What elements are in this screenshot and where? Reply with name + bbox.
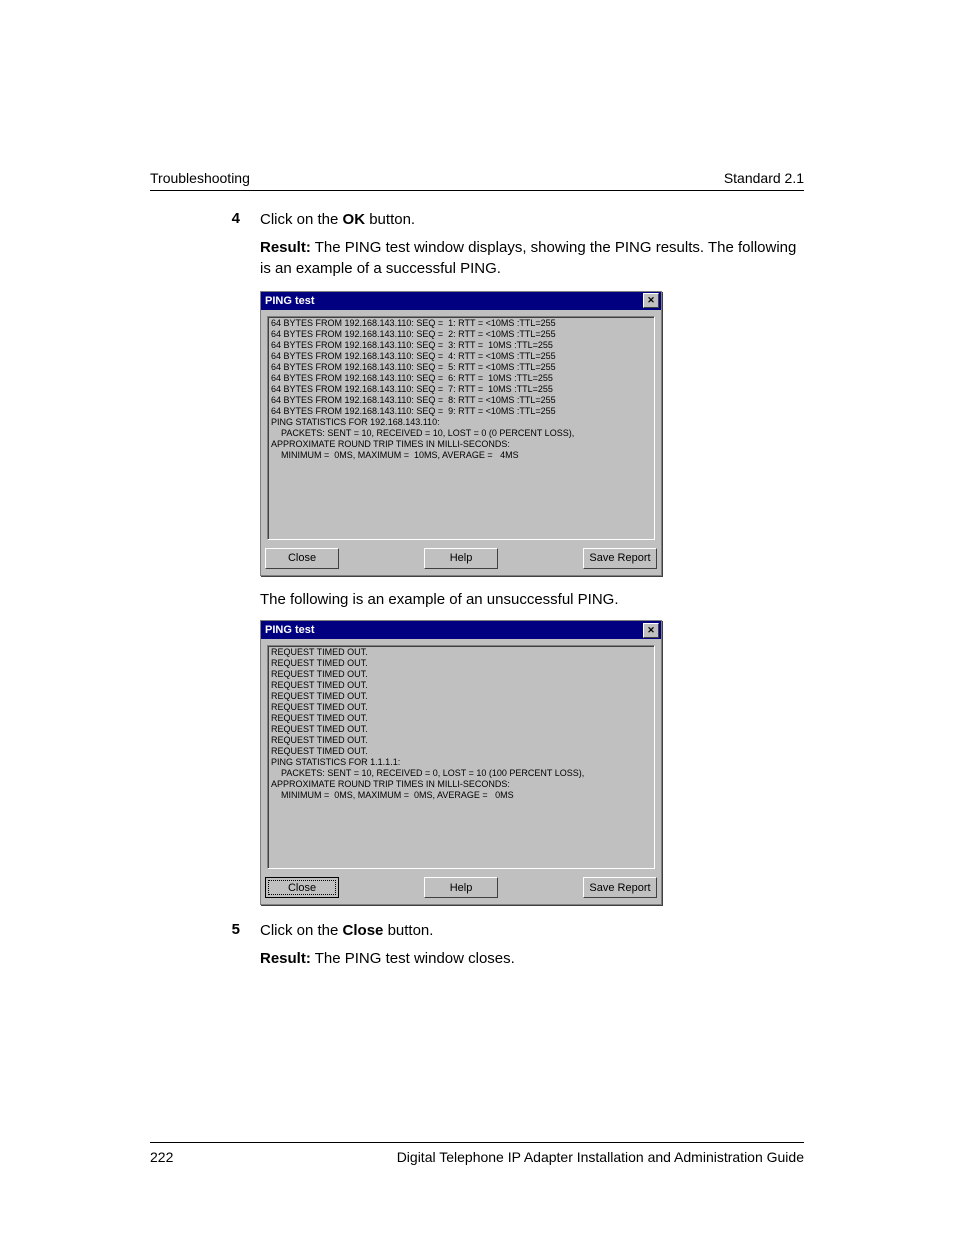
save-report-button[interactable]: Save Report <box>583 877 657 898</box>
dialog-title: PING test <box>265 624 315 636</box>
step-5: 5 Click on the Close button. Result: The… <box>150 921 804 978</box>
help-button[interactable]: Help <box>424 548 498 569</box>
save-report-button[interactable]: Save Report <box>583 548 657 569</box>
dialog-titlebar[interactable]: PING test ✕ <box>261 292 661 310</box>
ping-output: 64 BYTES FROM 192.168.143.110: SEQ = 1: … <box>267 316 655 540</box>
dialog-title: PING test <box>265 295 315 307</box>
page-number: 222 <box>150 1149 173 1165</box>
ping-output: REQUEST TIMED OUT. REQUEST TIMED OUT. RE… <box>267 645 655 869</box>
step-number: 4 <box>200 210 260 287</box>
step-4: 4 Click on the OK button. Result: The PI… <box>150 210 804 287</box>
step-instruction: Click on the Close button. <box>260 921 804 941</box>
ping-test-dialog-fail: PING test ✕ REQUEST TIMED OUT. REQUEST T… <box>260 620 662 905</box>
page-header: Troubleshooting Standard 2.1 <box>150 170 804 191</box>
close-icon[interactable]: ✕ <box>643 293 659 308</box>
close-button[interactable]: Close <box>265 548 339 569</box>
step-result: Result: The PING test window closes. <box>260 949 804 969</box>
close-icon[interactable]: ✕ <box>643 623 659 638</box>
page-footer: 222 Digital Telephone IP Adapter Install… <box>150 1142 804 1165</box>
ping-test-dialog-success: PING test ✕ 64 BYTES FROM 192.168.143.11… <box>260 291 662 576</box>
header-left: Troubleshooting <box>150 170 250 186</box>
between-text: The following is an example of an unsucc… <box>260 590 804 610</box>
header-right: Standard 2.1 <box>724 170 804 186</box>
dialog-titlebar[interactable]: PING test ✕ <box>261 621 661 639</box>
footer-title: Digital Telephone IP Adapter Installatio… <box>397 1149 804 1165</box>
step-number: 5 <box>200 921 260 978</box>
step-result: Result: The PING test window displays, s… <box>260 238 804 279</box>
help-button[interactable]: Help <box>424 877 498 898</box>
close-button[interactable]: Close <box>265 877 339 898</box>
step-instruction: Click on the OK button. <box>260 210 804 230</box>
